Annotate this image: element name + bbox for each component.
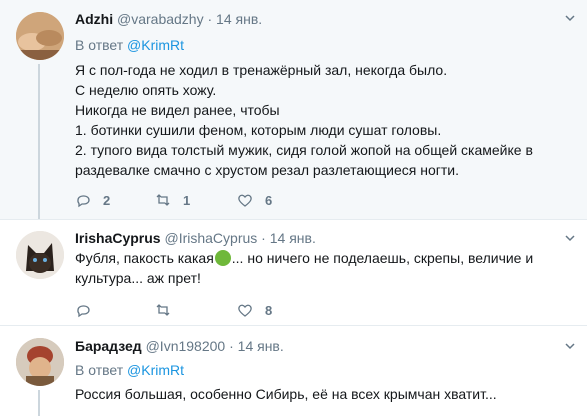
tweet-text-line: культура... аж прет! <box>75 270 201 286</box>
reply-count: 2 <box>103 192 111 208</box>
like-button[interactable]: 6 <box>237 192 272 208</box>
tweet-text-line: Россия большая, особенно Сибирь, её на в… <box>75 386 497 402</box>
tweet-text: Россия большая, особенно Сибирь, её на в… <box>75 384 565 404</box>
retweet-icon <box>156 304 170 316</box>
sick-face-emoji <box>214 250 231 266</box>
reply-context: В ответ @KrimRt <box>75 37 184 53</box>
avatar-adzhi[interactable] <box>16 12 64 60</box>
reply-prefix: В ответ <box>75 362 124 378</box>
caret-down-icon[interactable] <box>565 12 575 22</box>
reply-icon <box>77 195 90 208</box>
caret-down-icon[interactable] <box>565 340 575 350</box>
reply-prefix: В ответ <box>75 37 124 53</box>
timestamp[interactable]: 14 янв. <box>238 338 284 354</box>
tweet-header: Adzhi @varabadzhy · 14 янв. <box>75 11 262 27</box>
like-icon <box>238 304 252 317</box>
tweet-text: Я с пол-года не ходил в тренажёрный зал,… <box>75 60 565 180</box>
reply-mention-link[interactable]: @KrimRt <box>127 37 184 53</box>
retweet-count: 1 <box>183 192 191 208</box>
display-name[interactable]: IrishaCyprus <box>75 230 161 246</box>
tweet-text-fragment: Фубля, пакость какая <box>75 250 214 266</box>
reply-button[interactable]: 2 <box>75 192 110 208</box>
tweet-text-line: Я с пол-года не ходил в тренажёрный зал,… <box>75 62 448 78</box>
tweet-header: IrishaCyprus @IrishaCyprus · 14 янв. <box>75 230 316 246</box>
tweet-1[interactable]: Adzhi @varabadzhy · 14 янв. В ответ @Kri… <box>0 0 587 219</box>
separator-dot: · <box>261 230 266 246</box>
display-name[interactable]: Барадзед <box>75 338 142 354</box>
like-count: 6 <box>265 192 273 208</box>
separator-dot: · <box>207 11 213 27</box>
tweet-text-line: Никогда не видел ранее, чтобы <box>75 102 280 118</box>
caret-down-icon[interactable] <box>565 232 575 242</box>
reply-button[interactable] <box>75 302 103 318</box>
display-name[interactable]: Adzhi <box>75 11 113 27</box>
reply-icon <box>77 305 90 318</box>
tweet-2[interactable]: IrishaCyprus @IrishaCyprus · 14 янв. Фуб… <box>0 220 587 323</box>
timestamp[interactable]: 14 янв. <box>216 11 262 27</box>
tweet-3[interactable]: Барадзед @Ivn198200 · 14 янв. В ответ @K… <box>0 326 587 416</box>
separator-dot: · <box>229 338 234 354</box>
thread-line <box>38 64 40 219</box>
tweet-header: Барадзед @Ivn198200 · 14 янв. <box>75 338 284 354</box>
retweet-icon <box>156 194 170 206</box>
retweet-button[interactable]: 1 <box>155 192 190 208</box>
tweet-text-line: С неделю опять хожу. <box>75 82 217 98</box>
avatar-irishacyprus[interactable] <box>16 231 64 279</box>
reply-mention-link[interactable]: @KrimRt <box>127 362 184 378</box>
user-handle[interactable]: @varabadzhy <box>117 11 204 27</box>
retweet-button[interactable] <box>155 302 183 318</box>
reply-context: В ответ @KrimRt <box>75 362 184 378</box>
like-count: 8 <box>265 302 273 318</box>
user-handle[interactable]: @Ivn198200 <box>146 338 226 354</box>
tweet-text-fragment: ... но ничего не поделаешь, скрепы, вели… <box>231 250 534 266</box>
avatar-baradzed[interactable] <box>16 338 64 386</box>
tweet-text: Фубля, пакость какая ... но ничего не под… <box>75 248 565 288</box>
user-handle[interactable]: @IrishaCyprus <box>164 230 257 246</box>
timestamp[interactable]: 14 янв. <box>270 230 316 246</box>
tweet-text-line: Фубля, пакость какая ... но ничего не под… <box>75 248 565 268</box>
thread-line <box>38 390 40 416</box>
tweet-text-line: 2. тупого вида толстый мужик, сидя голой… <box>75 142 533 158</box>
like-button[interactable]: 8 <box>237 302 272 318</box>
like-icon <box>238 194 252 207</box>
tweet-text-line: 1. ботинки сушили феном, которым люди су… <box>75 122 442 138</box>
tweet-text-line: раздевалке смачно с хрустом резал разлет… <box>75 162 459 178</box>
